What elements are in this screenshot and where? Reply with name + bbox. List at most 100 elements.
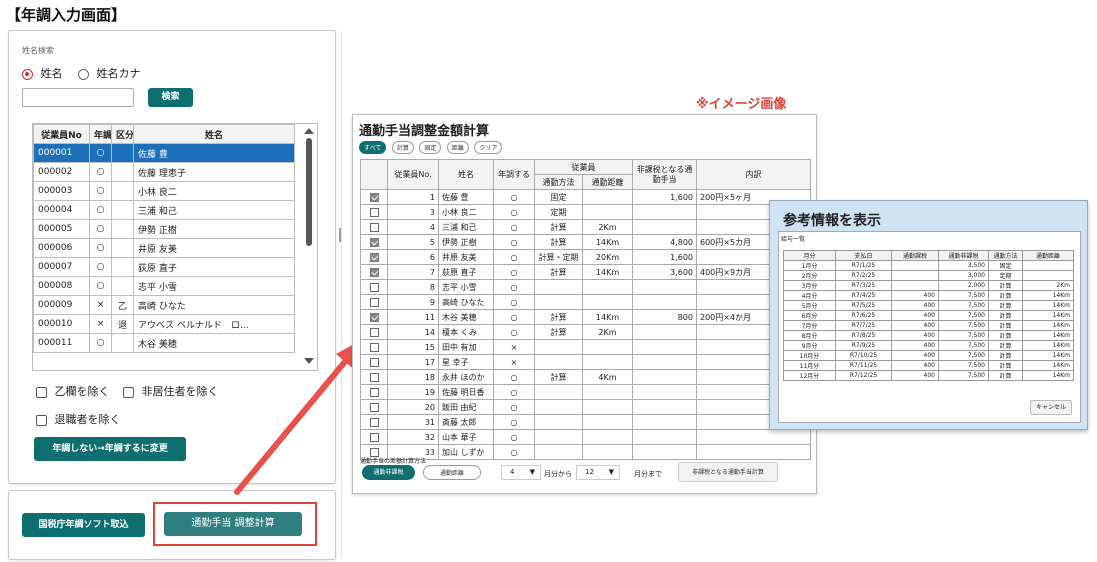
nontax-calc-button[interactable]: 非課税となる通勤手当計算 (678, 462, 778, 482)
method-cell: 定期 (988, 270, 1023, 281)
taxable-cell: 400 (891, 320, 939, 331)
table-row[interactable]: 000002 ○ 佐藤 理恵子 (33, 162, 295, 182)
radio-name[interactable] (22, 68, 33, 80)
to-month-select[interactable]: 12 ▼ (576, 465, 620, 480)
scroll-thumb[interactable] (306, 138, 312, 246)
row-checkbox[interactable] (369, 417, 379, 427)
table-row[interactable]: 17 星 幸子 × (360, 354, 811, 370)
row-check-cell (360, 294, 388, 310)
method-cell: 計算 (988, 330, 1023, 341)
nontax-cell (632, 369, 697, 385)
table-row[interactable]: 000003 ○ 小林 良二 (33, 181, 295, 201)
table-row[interactable]: 31 斎藤 太郎 ○ (360, 414, 811, 430)
table-row: 9月分 R7/9/25 400 7,500 計算 14Km (783, 340, 1074, 351)
table-row[interactable]: 20 飯田 由紀 ○ (360, 399, 811, 415)
chip-distance[interactable]: 距離 (446, 141, 469, 154)
table-row[interactable]: 8 志平 小雪 ○ (360, 279, 811, 295)
nencho-cell: ○ (89, 238, 112, 258)
table-row[interactable]: 19 佐藤 明日香 ○ (360, 384, 811, 400)
table-row[interactable]: 000007 ○ 荻原 直子 (33, 257, 295, 277)
distance-cell (582, 414, 633, 430)
scroll-up-icon[interactable] (304, 128, 314, 134)
row-checkbox[interactable] (369, 357, 379, 367)
import-nta-button[interactable]: 国税庁年調ソフト取込 (22, 513, 145, 537)
exclude-retired-checkbox[interactable] (36, 414, 47, 426)
method-cell (534, 444, 583, 460)
chip-calc[interactable]: 計算 (391, 141, 414, 154)
radio-name-label: 姓名 (40, 67, 63, 80)
exclude-otsu-checkbox[interactable] (36, 386, 47, 398)
exclude-nonresident-checkbox[interactable] (123, 386, 134, 398)
chip-fixed[interactable]: 固定 (419, 141, 442, 154)
search-button[interactable]: 検索 (148, 88, 193, 107)
table-row: 1月分 R7/1/25 3,500 固定 (783, 260, 1074, 271)
filter-chips: すべて 計算 固定 距離 クリア (359, 140, 504, 154)
table-row[interactable]: 7 荻原 直子 ○ 計算 14Km 3,600 400円×9カ月 (360, 264, 811, 280)
table-row[interactable]: 33 加山 しずか ○ (360, 444, 811, 460)
checked-checkbox[interactable] (369, 312, 379, 322)
row-checkbox[interactable] (369, 372, 379, 382)
chip-clear[interactable]: クリア (474, 141, 503, 154)
distance-cell (582, 444, 633, 460)
table-row[interactable]: 3 小林 良二 ○ 定期 (360, 204, 811, 220)
change-nencho-button[interactable]: 年調しない→年調するに変更 (34, 437, 186, 461)
taxable-cell: 400 (891, 370, 939, 381)
kubun-cell (111, 257, 134, 277)
row-checkbox[interactable] (369, 297, 379, 307)
distance-cell (582, 189, 633, 205)
table-row[interactable]: 000004 ○ 三浦 和己 (33, 200, 295, 220)
nontaxable-cell: 7,500 (938, 290, 989, 301)
checked-checkbox[interactable] (369, 252, 379, 262)
table-row[interactable]: 000006 ○ 井原 友美 (33, 238, 295, 258)
kubun-cell (111, 219, 134, 239)
table-row[interactable]: 000008 ○ 志平 小雪 (33, 276, 295, 296)
calc-window-title: 通勤手当調整金額計算 (359, 124, 490, 139)
row-checkbox[interactable] (369, 402, 379, 412)
table-row[interactable]: 11 木谷 美穂 ○ 計算 14Km 800 200円×4か月 (360, 309, 811, 325)
check-icon (370, 237, 379, 246)
table-row[interactable]: 32 山本 華子 ○ (360, 429, 811, 445)
table-row[interactable]: 14 榎本 くみ ○ 計算 2Km (360, 324, 811, 340)
table-row[interactable]: 5 伊勢 正樹 ○ 計算 14Km 4,800 600円×5カ月 (360, 234, 811, 250)
checked-checkbox[interactable] (369, 192, 379, 202)
table-row[interactable]: 6 井原 友美 ○ 計算・定期 20Km 1,600 (360, 249, 811, 265)
from-month-value: 4 (510, 468, 515, 476)
commute-adjust-calc-button[interactable]: 通勤手当 調整計算 (164, 512, 302, 536)
method-cell: 計算 (534, 309, 583, 325)
name-cell: 田中 有加 (438, 339, 494, 355)
checked-checkbox[interactable] (369, 267, 379, 277)
table-row[interactable]: 000009 × 乙高崎 ひなた (33, 295, 295, 315)
search-input[interactable] (22, 88, 134, 107)
table-row[interactable]: 000005 ○ 伊勢 正樹 (33, 219, 295, 239)
taxable-cell: 400 (891, 330, 939, 341)
name-cell: 荻原 直子 (438, 264, 494, 280)
cancel-button[interactable]: キャンセル (1030, 400, 1072, 415)
row-checkbox[interactable] (369, 207, 379, 217)
table-row[interactable]: 18 永井 ほのか ○ 計算 4Km (360, 369, 811, 385)
row-check-cell (360, 309, 388, 325)
name-cell: 小林 良二 (133, 181, 295, 201)
row-checkbox[interactable] (369, 282, 379, 292)
table-row[interactable]: 1 佐藤 豊 ○ 固定 1,600 200円×5ヶ月 (360, 189, 811, 205)
row-checkbox[interactable] (369, 342, 379, 352)
distance-cell (582, 429, 633, 445)
row-checkbox[interactable] (369, 222, 379, 232)
table-row[interactable]: 9 高崎 ひなた ○ (360, 294, 811, 310)
commute-nontax-toggle[interactable]: 通勤非課税 (362, 465, 415, 480)
from-month-select[interactable]: 4 ▼ (501, 465, 541, 480)
exclude-retired-label: 退職者を除く (54, 413, 121, 426)
chip-all[interactable]: すべて (359, 141, 387, 154)
emp-no-cell: 6 (387, 249, 439, 265)
kubun-cell (111, 143, 134, 163)
table-row[interactable]: 15 田中 有加 × (360, 339, 811, 355)
row-checkbox[interactable] (369, 432, 379, 442)
table-row[interactable]: 4 三浦 和己 ○ 計算 2Km (360, 219, 811, 235)
method-cell (534, 429, 583, 445)
table-row[interactable]: 000001 ○ 佐藤 豊 (33, 143, 295, 163)
row-checkbox[interactable] (369, 387, 379, 397)
commute-distance-toggle[interactable]: 通勤距離 (423, 465, 481, 480)
table-row: 3月分 R7/3/25 2,000 計算 2Km (783, 280, 1074, 291)
checked-checkbox[interactable] (369, 237, 379, 247)
radio-kana[interactable] (78, 68, 89, 80)
row-checkbox[interactable] (369, 327, 379, 337)
